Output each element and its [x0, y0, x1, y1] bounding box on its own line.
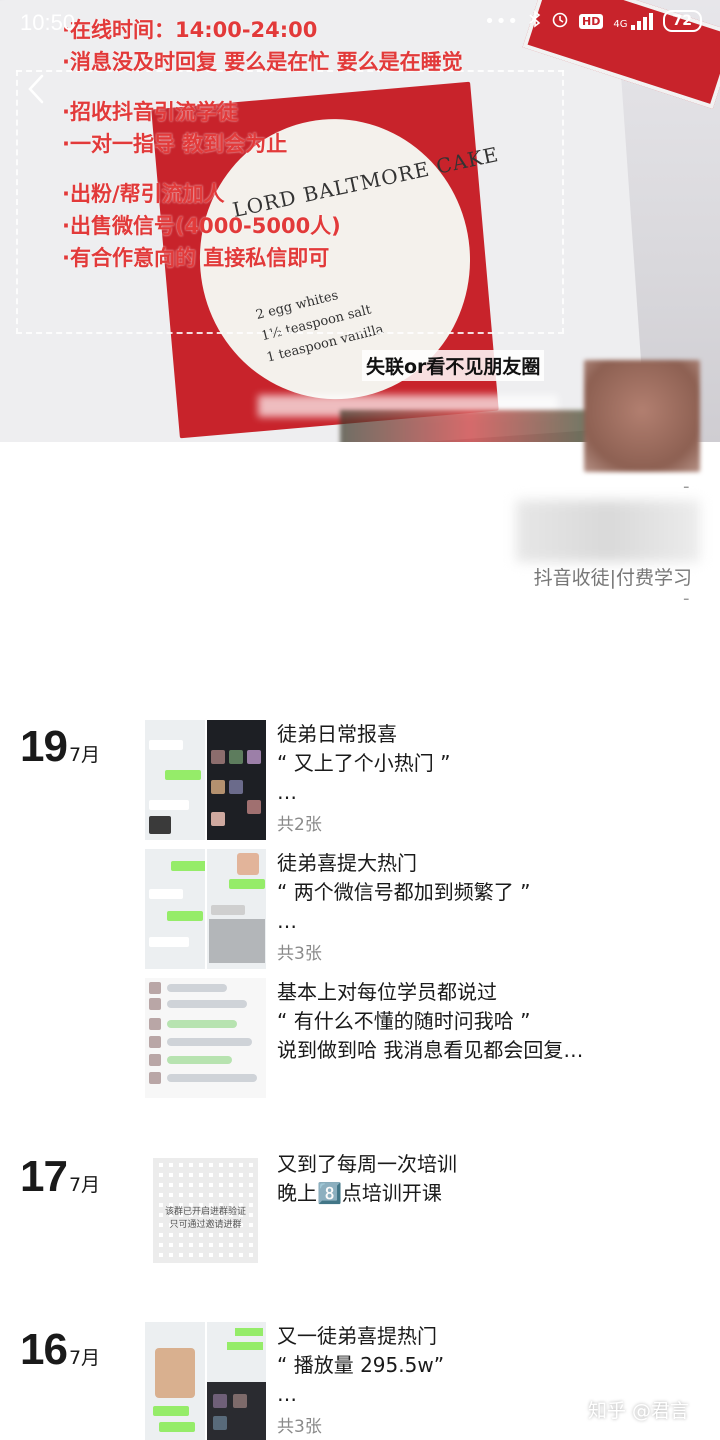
- moment-post[interactable]: 徒弟喜提大热门 “ 两个微信号都加到频繁了 ” … 共3张: [145, 849, 705, 971]
- avatar[interactable]: [584, 360, 700, 472]
- moment-post[interactable]: 基本上对每位学员都说过 “ 有什么不懂的随时问我哈 ” 说到做到哈 我消息看见都…: [145, 978, 705, 1100]
- post-thumbnails[interactable]: [145, 1322, 266, 1440]
- date-label: 17 7月: [20, 1152, 101, 1201]
- post-thumbnails[interactable]: [145, 720, 266, 840]
- watermark: 知乎 @君言: [588, 1400, 690, 1422]
- post-ellipsis: …: [277, 780, 297, 804]
- date-label: 19 7月: [20, 722, 101, 771]
- post-title: 徒弟喜提大热门: [277, 851, 417, 875]
- post-body: 晚上8️⃣点培训开课: [277, 1181, 442, 1205]
- thumbnail-image: 该群已开启进群验证 只可通过邀请进群: [145, 1150, 266, 1270]
- thumbnail-image: [145, 978, 266, 1098]
- image-count: 共3张: [277, 944, 322, 964]
- post-thumbnails[interactable]: [145, 849, 266, 969]
- cover-overlay-text: ·在线时间：14:00-24:00 ·消息没及时回复 要么是在忙 要么是在睡觉 …: [62, 18, 463, 270]
- battery-indicator: 72: [662, 10, 702, 32]
- thumbnail-image: [206, 1322, 266, 1440]
- thumbnail-image: [206, 849, 266, 969]
- status-time: 10:50: [20, 10, 76, 35]
- post-quote: “ 播放量 295.5w”: [277, 1353, 445, 1377]
- back-button[interactable]: [22, 70, 52, 110]
- moment-post[interactable]: 徒弟日常报喜 “ 又上了个小热门 ” … 共2张: [145, 720, 705, 842]
- date-label: 16 7月: [20, 1325, 101, 1374]
- bluetooth-icon: [529, 10, 541, 32]
- nickname-blurred: [516, 500, 700, 562]
- post-thumbnails[interactable]: [145, 978, 266, 1098]
- post-body: 说到做到哈 我消息看见都会回复…: [277, 1038, 584, 1062]
- post-thumbnails[interactable]: 该群已开启进群验证 只可通过邀请进群: [145, 1150, 266, 1270]
- dash-divider: -: [683, 476, 690, 497]
- signal-icon: 4G: [613, 12, 653, 30]
- post-quote: “ 又上了个小热门 ”: [277, 751, 451, 775]
- cover-lost-label: 失联or看不见朋友圈: [362, 350, 545, 381]
- post-title: 基本上对每位学员都说过: [277, 980, 497, 1004]
- status-bar: 10:50 ••• HD 4G 72: [0, 0, 720, 48]
- post-quote: “ 两个微信号都加到频繁了 ”: [277, 880, 531, 904]
- thumbnail-image: [145, 849, 205, 969]
- more-icon: •••: [484, 10, 520, 32]
- post-title: 又到了每周一次培训: [277, 1152, 457, 1176]
- hd-badge: HD: [579, 13, 604, 29]
- image-count: 共2张: [277, 815, 322, 835]
- moment-post[interactable]: 该群已开启进群验证 只可通过邀请进群 又到了每周一次培训 晚上8️⃣点培训开课: [145, 1150, 705, 1272]
- thumbnail-image: [206, 720, 266, 840]
- thumbnail-image: [145, 1322, 205, 1440]
- alarm-icon: [551, 10, 569, 32]
- post-ellipsis: …: [277, 909, 297, 933]
- dash-divider: -: [683, 588, 690, 609]
- post-quote: “ 有什么不懂的随时问我哈 ”: [277, 1009, 531, 1033]
- post-title: 徒弟日常报喜: [277, 722, 397, 746]
- chevron-left-icon: [28, 74, 44, 104]
- post-title: 又一徒弟喜提热门: [277, 1324, 437, 1348]
- thumbnail-image: [145, 720, 205, 840]
- profile-signature: 抖音收徒|付费学习: [533, 567, 692, 589]
